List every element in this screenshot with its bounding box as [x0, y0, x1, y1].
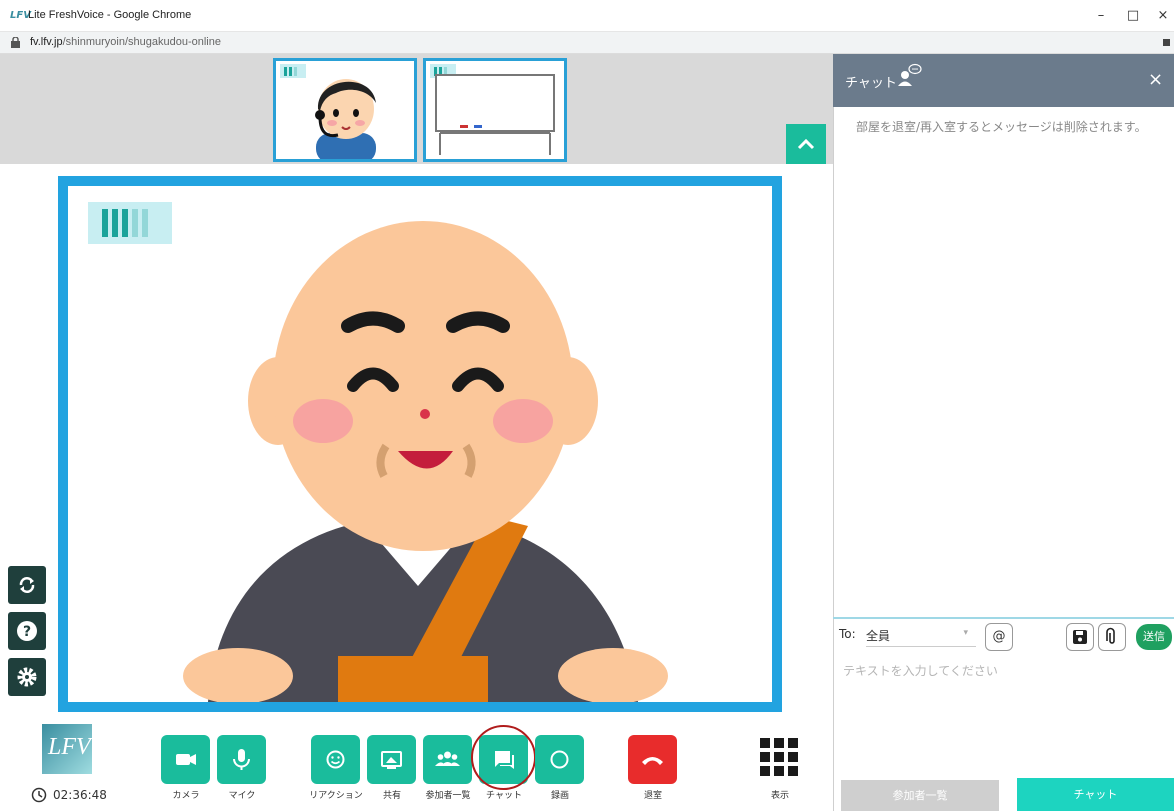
- monk-illustration: [183, 221, 668, 702]
- leave-button[interactable]: [628, 735, 677, 784]
- participant-thumbnail[interactable]: [273, 58, 417, 162]
- chat-panel: [833, 54, 1174, 811]
- chat-divider: [833, 617, 1174, 619]
- record-button[interactable]: [535, 735, 584, 784]
- chat-title: チャット: [845, 76, 897, 91]
- chevron-up-icon: [797, 138, 815, 150]
- hang-up-icon: [642, 757, 663, 765]
- close-chat-button[interactable]: ×: [1148, 69, 1163, 90]
- whiteboard-image: [435, 74, 555, 155]
- people-icon: [435, 751, 460, 766]
- video-camera-icon: [176, 754, 196, 765]
- user-chat-icon: [898, 63, 922, 86]
- chevron-down-icon: ▾: [963, 628, 968, 638]
- main-video-stage[interactable]: [58, 176, 782, 712]
- browser-menu-icon[interactable]: [1163, 39, 1170, 46]
- smiley-icon: [326, 750, 345, 769]
- camera-button[interactable]: [161, 735, 210, 784]
- lfv-logo: LFV: [42, 724, 92, 774]
- refresh-button[interactable]: [8, 566, 46, 604]
- record-icon: [550, 750, 569, 769]
- floppy-disk-icon: [1073, 630, 1087, 644]
- minimize-button[interactable]: –: [1086, 6, 1116, 26]
- gear-icon: [17, 667, 37, 687]
- address-bar[interactable]: fv.lfv.jp/shinmuryoin/shugakudou-online: [0, 32, 1174, 54]
- mic-button[interactable]: [217, 735, 266, 784]
- recipient-select[interactable]: 全員 ▾: [866, 625, 976, 647]
- leave-label: 退室: [643, 790, 662, 800]
- record-label: 録画: [550, 790, 569, 800]
- elapsed-timer: 02:36:48: [53, 788, 107, 802]
- user-avatar: [315, 79, 376, 159]
- chat-notice: 部屋を退室/再入室するとメッセージは削除されます。: [856, 120, 1147, 134]
- collapse-thumbnails-button[interactable]: [786, 124, 826, 164]
- highlight-circle: [471, 725, 536, 790]
- window-title: Lite FreshVoice - Google Chrome: [28, 9, 192, 21]
- message-input[interactable]: テキストを入力してください: [843, 662, 998, 679]
- to-label: To:: [839, 627, 856, 641]
- participants-button[interactable]: [423, 735, 472, 784]
- mention-button[interactable]: @: [985, 623, 1013, 651]
- save-chat-button[interactable]: [1066, 623, 1094, 651]
- tab-chat[interactable]: チャット: [1017, 778, 1174, 811]
- help-icon: ?: [17, 621, 37, 641]
- reaction-button[interactable]: [311, 735, 360, 784]
- paperclip-icon: [1106, 627, 1115, 644]
- url-text[interactable]: fv.lfv.jp/shinmuryoin/shugakudou-online: [30, 36, 221, 48]
- clock-icon: [31, 787, 47, 803]
- close-window-button[interactable]: ×: [1148, 6, 1174, 26]
- maximize-button[interactable]: □: [1118, 6, 1148, 26]
- tab-participants[interactable]: 参加者一覧: [841, 780, 999, 811]
- window-titlebar: LFV Lite FreshVoice - Google Chrome – □ …: [0, 0, 1174, 32]
- refresh-icon: [19, 577, 35, 593]
- participant-thumbnail[interactable]: [423, 58, 567, 162]
- send-button[interactable]: 送信: [1136, 624, 1172, 650]
- svg-text:?: ?: [23, 624, 31, 640]
- display-label: 表示: [770, 790, 789, 800]
- grid-layout-icon[interactable]: [760, 738, 800, 778]
- mic-label: マイク: [228, 790, 256, 800]
- attach-file-button[interactable]: [1098, 623, 1126, 651]
- help-button[interactable]: ?: [8, 612, 46, 650]
- screen-share-icon: [381, 751, 402, 769]
- settings-button[interactable]: [8, 658, 46, 696]
- lock-icon: [11, 37, 20, 48]
- microphone-icon: [233, 749, 250, 770]
- share-button[interactable]: [367, 735, 416, 784]
